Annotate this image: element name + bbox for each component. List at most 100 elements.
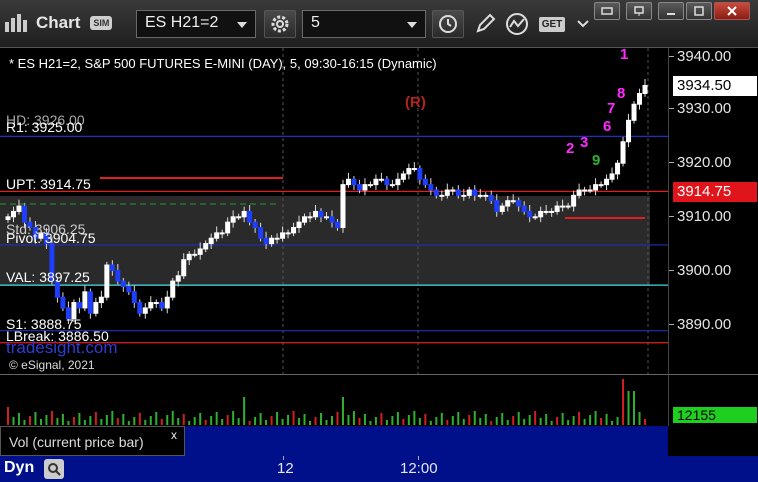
volume-bar [605,414,608,425]
studies-button[interactable] [502,10,532,38]
candle-body [181,259,187,277]
time-axis[interactable]: Dyn 12 12:00 [0,456,758,482]
candle-body [60,296,66,309]
draw-tool-button[interactable] [470,10,500,38]
candle-body [356,184,362,191]
volume-bar [523,419,526,425]
candle-body [631,103,637,121]
candle-body [367,184,373,187]
price-axis[interactable]: 3940.00 3930.00 3920.00 3910.00 3900.00 … [668,48,758,374]
candle-body [389,184,395,187]
candle-body [153,302,159,305]
candle-body [247,210,253,223]
volume-bar [188,421,191,425]
volume-bar [127,421,130,425]
price-chart[interactable] [0,48,668,374]
volume-bar [111,411,114,425]
dynamic-toggle-button[interactable] [44,459,64,479]
candle-body [82,291,88,309]
settings-button[interactable] [264,10,296,38]
volume-study-tab[interactable]: Vol (current price bar) [0,426,185,456]
interval-field[interactable]: 5 [302,10,426,38]
toolbar: Chart SIM ES H21=2 5 GET [0,0,758,48]
candle-body [236,216,242,219]
volume-bar [440,413,443,425]
candle-body [258,227,264,239]
candle-body [329,216,335,223]
volume-bar [177,418,180,425]
candle-body [269,237,275,245]
chevron-down-icon[interactable] [407,22,417,28]
volume-bar [155,412,158,425]
volume-bar [265,420,268,425]
get-quote-button[interactable]: GET [536,10,568,38]
gear-icon [271,15,289,33]
volume-axis: 12155 [668,374,758,426]
app-title: Chart SIM [4,12,113,34]
candle-body [104,264,110,298]
volume-bar [94,412,97,425]
seq-8: 8 [617,85,626,102]
volume-bar [550,421,553,425]
volume-bar [320,413,323,425]
volume-bar [83,420,86,425]
candle-body [280,232,286,239]
volume-current-box: 12155 [673,407,757,423]
pin-window-button[interactable] [626,2,652,20]
symbol-field[interactable]: ES H21=2 [136,10,256,38]
volume-bar [259,413,262,425]
candle-body [549,210,555,213]
volume-bar [210,416,213,425]
app-name: Chart [36,13,81,32]
candle-body [538,210,544,218]
volume-bar [589,415,592,425]
volume-bar [633,391,636,425]
candle-body [115,269,121,282]
volume-bar [517,412,520,425]
volume-bar [506,420,509,425]
volume-bar [528,415,531,425]
time-tick: 12:00 [400,460,438,477]
seq-9-top: 1 [620,46,629,63]
volume-bar [567,420,570,425]
candle-body [582,189,588,192]
time-template-button[interactable] [432,10,464,38]
candle-body [164,296,170,309]
candle-body [192,253,198,256]
candle-body [230,216,236,223]
candle-body [417,168,423,180]
candle-body [302,216,308,223]
candle-body [406,168,412,175]
volume-bar [473,411,476,425]
upt-price-box: 3914.75 [673,182,757,202]
candle-body [274,237,280,240]
candle-body [477,194,483,197]
close-button[interactable] [714,2,750,20]
volume-bar [418,418,421,425]
candle-body [620,141,626,164]
candle-body [422,178,428,186]
candle-body [516,200,522,207]
minimize-button[interactable] [658,2,684,20]
close-study-icon[interactable]: x [171,428,177,442]
price-chart-pane[interactable]: * ES H21=2, S&P 500 FUTURES E-MINI (DAY)… [0,46,668,374]
candle-body [521,205,527,212]
volume-pane[interactable] [0,374,668,426]
chevron-down-icon[interactable] [237,22,247,28]
candle-body [159,302,165,309]
candle-body [21,205,27,223]
candle-body [351,178,357,186]
candle-body [466,189,472,196]
candle-body [324,216,329,219]
candle-body [488,194,494,202]
candle-body [472,189,478,196]
candle-body [334,221,340,229]
link-window-button[interactable] [594,2,620,20]
candle-body [291,227,297,234]
candle-body [296,221,302,229]
maximize-button[interactable] [686,2,712,20]
volume-bar [67,421,70,425]
volume-bar [347,415,350,425]
candle-body [378,178,384,181]
volume-bar [248,421,251,425]
